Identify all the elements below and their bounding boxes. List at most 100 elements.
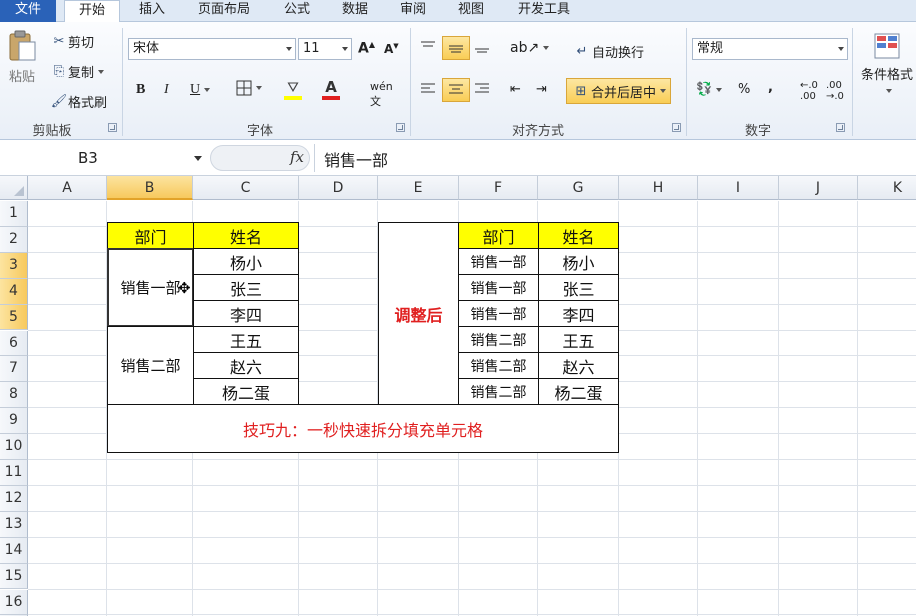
shrink-font-button[interactable]: A▼ (384, 42, 399, 56)
increase-decimal-button[interactable]: ←.0.00 (800, 80, 818, 102)
column-header-c[interactable]: C (193, 176, 299, 200)
right-dept-cell[interactable]: 销售二部 (458, 352, 539, 379)
adjusted-label[interactable]: 调整后 (378, 222, 459, 405)
column-header-a[interactable]: A (28, 176, 107, 200)
align-center-button[interactable] (442, 78, 470, 102)
row-header-6[interactable]: 6 (0, 330, 28, 357)
copy-button[interactable]: ⎘ 复制 (50, 62, 105, 81)
align-bottom-button[interactable] (474, 38, 492, 56)
right-dept-cell[interactable]: 销售一部 (458, 300, 539, 327)
right-name-cell[interactable]: 杨小 (538, 248, 619, 275)
row-header-1[interactable]: 1 (0, 201, 28, 227)
row-header-7[interactable]: 7 (0, 356, 28, 383)
right-name-cell[interactable]: 张三 (538, 274, 619, 301)
align-top-button[interactable] (420, 38, 438, 56)
borders-button[interactable] (236, 80, 262, 96)
row-header-3[interactable]: 3 (0, 252, 28, 279)
grow-font-button[interactable]: A▲ (358, 40, 375, 57)
tab-home[interactable]: 开始 (64, 0, 120, 23)
left-name-cell[interactable]: 赵六 (193, 352, 299, 379)
column-header-h[interactable]: H (619, 176, 698, 200)
wrap-text-button[interactable]: ↵ 自动换行 (572, 42, 644, 61)
row-header-11[interactable]: 11 (0, 460, 28, 486)
column-header-g[interactable]: G (538, 176, 619, 200)
tab-data[interactable]: 数据 (332, 0, 378, 22)
select-all-corner[interactable] (0, 176, 28, 200)
right-dept-cell[interactable]: 销售一部 (458, 274, 539, 301)
percent-button[interactable]: % (738, 82, 750, 97)
right-name-cell[interactable]: 赵六 (538, 352, 619, 379)
paste-button[interactable]: 粘贴 (4, 30, 40, 85)
row-header-14[interactable]: 14 (0, 537, 28, 564)
format-painter-button[interactable]: 🖌 格式刷 (50, 92, 107, 111)
accounting-format-button[interactable]: 💱 (696, 82, 723, 97)
cut-button[interactable]: ✂ 剪切 (50, 32, 94, 51)
fill-color-button[interactable]: ⛛ (284, 80, 302, 100)
row-header-2[interactable]: 2 (0, 226, 28, 253)
row-header-15[interactable]: 15 (0, 563, 28, 590)
left-name-cell[interactable]: 杨二蛋 (193, 378, 299, 405)
left-dept-merged-2[interactable]: 销售二部 (107, 326, 194, 405)
column-header-b[interactable]: B (107, 176, 193, 200)
row-header-12[interactable]: 12 (0, 485, 28, 512)
left-name-cell[interactable]: 王五 (193, 326, 299, 353)
orientation-button[interactable]: ab↗ (510, 40, 550, 56)
right-header-name[interactable]: 姓名 (538, 222, 619, 249)
conditional-format-button[interactable]: 条件格式 (858, 32, 916, 93)
name-box[interactable]: B3 (0, 147, 205, 169)
tab-formulas[interactable]: 公式 (274, 0, 320, 22)
column-header-e[interactable]: E (378, 176, 459, 200)
italic-button[interactable]: I (164, 82, 169, 98)
tab-insert[interactable]: 插入 (130, 0, 174, 22)
row-header-9[interactable]: 9 (0, 408, 28, 435)
tab-file[interactable]: 文件 (0, 0, 56, 22)
row-header-8[interactable]: 8 (0, 382, 28, 409)
formula-content[interactable]: 销售一部 (324, 147, 388, 171)
insert-function-icon[interactable]: fx (290, 148, 304, 166)
comma-button[interactable]: , (768, 80, 773, 95)
underline-button[interactable]: U (190, 82, 211, 98)
column-header-d[interactable]: D (299, 176, 378, 200)
left-name-cell[interactable]: 杨小 (193, 248, 299, 275)
right-dept-cell[interactable]: 销售二部 (458, 326, 539, 353)
row-header-10[interactable]: 10 (0, 434, 28, 460)
merge-center-button[interactable]: ⊞ 合并后居中 (566, 78, 672, 104)
right-dept-cell[interactable]: 销售二部 (458, 378, 539, 405)
decrease-indent-button[interactable]: ⇤ (510, 82, 521, 97)
increase-indent-button[interactable]: ⇥ (536, 82, 547, 97)
left-header-dept[interactable]: 部门 (107, 222, 194, 249)
tab-review[interactable]: 审阅 (390, 0, 436, 22)
tab-page-layout[interactable]: 页面布局 (186, 0, 262, 22)
row-header-16[interactable]: 16 (0, 589, 28, 616)
column-header-i[interactable]: I (698, 176, 779, 200)
row-header-4[interactable]: 4 (0, 278, 28, 305)
align-left-button[interactable] (420, 82, 436, 96)
tip-cell[interactable]: 技巧九：一秒快速拆分填充单元格 (107, 404, 619, 453)
column-header-j[interactable]: J (779, 176, 858, 200)
tab-view[interactable]: 视图 (448, 0, 494, 22)
column-header-f[interactable]: F (459, 176, 538, 200)
left-name-cell[interactable]: 李四 (193, 300, 299, 327)
bold-button[interactable]: B (136, 82, 145, 98)
right-dept-cell[interactable]: 销售一部 (458, 248, 539, 275)
tab-developer[interactable]: 开发工具 (506, 0, 582, 22)
font-color-button[interactable]: A (322, 78, 340, 100)
font-size-select[interactable]: 11 (298, 38, 352, 60)
column-header-k[interactable]: K (858, 176, 916, 200)
phonetic-button[interactable]: wén 文 (370, 80, 393, 109)
clipboard-launcher-icon[interactable] (108, 123, 117, 132)
font-launcher-icon[interactable] (396, 123, 405, 132)
alignment-launcher-icon[interactable] (672, 123, 681, 132)
right-name-cell[interactable]: 王五 (538, 326, 619, 353)
left-header-name[interactable]: 姓名 (193, 222, 299, 249)
number-launcher-icon[interactable] (836, 123, 845, 132)
font-name-select[interactable]: 宋体 (128, 38, 296, 60)
row-header-5[interactable]: 5 (0, 304, 28, 331)
left-name-cell[interactable]: 张三 (193, 274, 299, 301)
align-right-button[interactable] (474, 82, 490, 96)
right-name-cell[interactable]: 李四 (538, 300, 619, 327)
align-middle-button[interactable] (442, 36, 470, 60)
right-header-dept[interactable]: 部门 (458, 222, 539, 249)
number-format-select[interactable]: 常规 (692, 38, 848, 60)
right-name-cell[interactable]: 杨二蛋 (538, 378, 619, 405)
